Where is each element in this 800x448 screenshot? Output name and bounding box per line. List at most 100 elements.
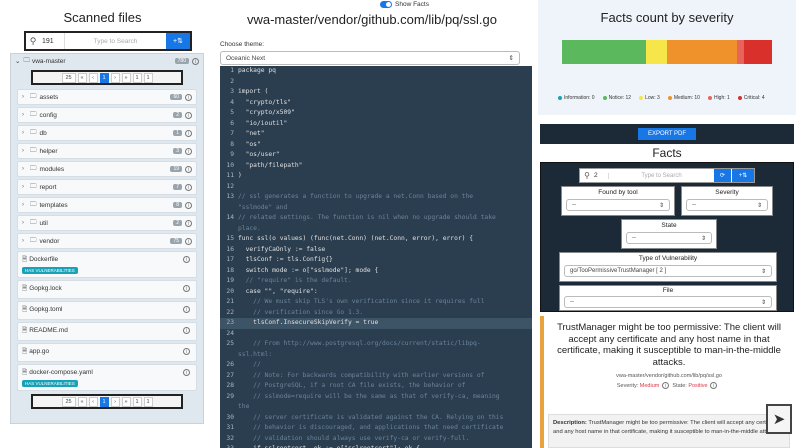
scroll-to-top-button[interactable]: ➤ bbox=[766, 404, 792, 434]
chevron-right-icon[interactable]: › bbox=[22, 184, 30, 190]
file-item[interactable]: 🗎 Gopkg.toml i bbox=[17, 301, 197, 320]
file-name: app.go bbox=[29, 348, 50, 355]
folder-item[interactable]: › 🗀 vendor 75 i bbox=[17, 233, 197, 249]
toggle-switch[interactable] bbox=[380, 1, 392, 8]
info-icon[interactable]: i bbox=[185, 147, 192, 155]
select-arrows-icon: ⇕ bbox=[756, 202, 762, 209]
folder-item[interactable]: › 🗀 util 2 i bbox=[17, 215, 197, 231]
type-select[interactable]: go/TooPermissiveTrustManager [ 2 ] ⇕ bbox=[564, 265, 772, 277]
folder-item[interactable]: › 🗀 report 7 i bbox=[17, 179, 197, 195]
line-number: 32 bbox=[226, 434, 234, 442]
refresh-button[interactable]: ⟳ bbox=[714, 169, 732, 182]
line-number: 28 bbox=[226, 382, 234, 389]
folder-item[interactable]: › 🗀 templates 8 i bbox=[17, 197, 197, 213]
file-path-title: vwa-master/vendor/github.com/lib/pq/ssl.… bbox=[246, 12, 497, 27]
chevron-right-icon[interactable]: › bbox=[22, 94, 30, 100]
folder-item[interactable]: › 🗀 modules 19 i bbox=[17, 161, 197, 177]
chevron-right-icon[interactable]: › bbox=[22, 112, 30, 118]
code-text: tlsConf.InsecureSkipVerify = true bbox=[238, 319, 379, 326]
chevron-right-icon[interactable]: › bbox=[22, 130, 30, 136]
filter-button[interactable]: +⇅ bbox=[732, 169, 754, 182]
pager-total[interactable]: 1 bbox=[143, 396, 153, 407]
info-icon[interactable]: i bbox=[185, 201, 192, 209]
code-line: 17 tlsConf := tls.Config{} bbox=[220, 255, 532, 266]
file-search-input[interactable]: Type to Search bbox=[64, 33, 166, 49]
chevron-right-icon[interactable]: › bbox=[22, 166, 30, 172]
pager-page[interactable]: 1 bbox=[132, 72, 142, 83]
file-item[interactable]: 🗎 Gopkg.lock i bbox=[17, 280, 197, 299]
theme-select[interactable]: Oceanic Next ⇕ bbox=[220, 51, 520, 65]
info-icon[interactable]: i bbox=[183, 348, 190, 355]
code-text: verifyCaOnly := false bbox=[238, 245, 326, 253]
code-text: "io/ioutil" bbox=[238, 119, 288, 127]
chevron-right-icon[interactable]: › bbox=[22, 220, 30, 226]
export-pdf-button[interactable]: EXPORT PDF bbox=[637, 128, 697, 140]
info-icon[interactable]: i bbox=[183, 369, 190, 376]
folder-item[interactable]: › 🗀 assets 60 i bbox=[17, 89, 197, 105]
pager-last[interactable]: » bbox=[121, 72, 131, 83]
pager-current[interactable]: 1 bbox=[99, 396, 109, 407]
chevron-right-icon[interactable]: › bbox=[22, 148, 30, 154]
pager-first[interactable]: « bbox=[77, 72, 87, 83]
bar-segment-low bbox=[646, 40, 667, 64]
pager-size[interactable]: 25 bbox=[61, 396, 76, 407]
chevron-right-icon[interactable]: › bbox=[22, 238, 30, 244]
severity-select[interactable]: -- ⇕ bbox=[686, 199, 768, 211]
show-facts-toggle[interactable]: Show Facts bbox=[380, 1, 429, 8]
info-icon[interactable]: i bbox=[183, 327, 190, 334]
file-item[interactable]: 🗎 docker-compose.yaml i HAS VULNERABILITIES bbox=[17, 364, 197, 391]
chevron-down-icon[interactable]: ⌄ bbox=[15, 57, 20, 65]
pager-bottom: 25 « ‹ 1 › » 1 1 bbox=[31, 394, 183, 409]
code-line: 2 bbox=[220, 77, 532, 88]
file-item[interactable]: 🗎 Dockerfile i HAS VULNERABILITIES bbox=[17, 251, 197, 278]
tree-root[interactable]: ⌄ 🗀 vwa-master 780 i bbox=[11, 54, 203, 68]
search-icon: ⚲ bbox=[584, 171, 590, 180]
line-number: 19 bbox=[226, 277, 234, 284]
info-icon[interactable]: i bbox=[185, 93, 192, 101]
info-icon[interactable]: i bbox=[185, 111, 192, 119]
folder-icon: 🗀 bbox=[30, 92, 37, 100]
pager-current[interactable]: 1 bbox=[99, 72, 109, 83]
state-select[interactable]: -- ⇕ bbox=[626, 232, 712, 244]
filter-button[interactable]: +⇅ bbox=[166, 33, 190, 49]
info-icon[interactable]: i bbox=[185, 165, 192, 173]
info-icon[interactable]: i bbox=[185, 237, 192, 245]
line-number: 27 bbox=[226, 371, 234, 379]
line-number: 4 bbox=[230, 98, 234, 106]
info-icon[interactable]: i bbox=[183, 285, 190, 292]
line-number: 2 bbox=[230, 77, 234, 85]
folder-item[interactable]: › 🗀 config 2 i bbox=[17, 107, 197, 123]
pager-next[interactable]: › bbox=[110, 72, 120, 83]
code-line: 11) bbox=[220, 171, 532, 182]
facts-search-input[interactable]: Type to Search bbox=[608, 172, 714, 179]
legend-dot bbox=[707, 96, 712, 100]
pager-last[interactable]: » bbox=[121, 396, 131, 407]
info-icon[interactable]: i bbox=[185, 219, 192, 227]
pager-page[interactable]: 1 bbox=[132, 396, 142, 407]
pager-prev[interactable]: ‹ bbox=[88, 72, 98, 83]
chevron-right-icon[interactable]: › bbox=[22, 202, 30, 208]
code-editor[interactable]: 1 package pq 2 3 import (4 "crypto/tls" 5 "cr… bbox=[220, 66, 532, 448]
folder-badge: 2 bbox=[173, 220, 182, 226]
file-item[interactable]: 🗎 README.md i bbox=[17, 322, 197, 341]
info-icon[interactable]: i bbox=[710, 382, 718, 389]
info-icon[interactable]: i bbox=[185, 129, 192, 137]
info-icon[interactable]: i bbox=[661, 382, 669, 389]
info-icon[interactable]: i bbox=[183, 306, 190, 313]
file-item[interactable]: 🗎 app.go i bbox=[17, 343, 197, 362]
folder-badge: 3 bbox=[173, 148, 182, 154]
pager-size[interactable]: 25 bbox=[61, 72, 76, 83]
info-icon[interactable]: i bbox=[192, 57, 199, 65]
pager-total[interactable]: 1 bbox=[143, 72, 153, 83]
pager-next[interactable]: › bbox=[110, 396, 120, 407]
file-name: Dockerfile bbox=[29, 256, 59, 263]
info-icon[interactable]: i bbox=[183, 256, 190, 263]
folder-item[interactable]: › 🗀 helper 3 i bbox=[17, 143, 197, 159]
pager-first[interactable]: « bbox=[77, 396, 87, 407]
folder-item[interactable]: › 🗀 db 1 i bbox=[17, 125, 197, 141]
found-by-tool-select[interactable]: -- ⇕ bbox=[566, 199, 670, 211]
info-icon[interactable]: i bbox=[185, 183, 192, 191]
fact-card-body[interactable]: TrustManager might be too permissive: Th… bbox=[544, 316, 794, 448]
pager-prev[interactable]: ‹ bbox=[88, 396, 98, 407]
file-select[interactable]: -- ⇕ bbox=[564, 296, 772, 308]
